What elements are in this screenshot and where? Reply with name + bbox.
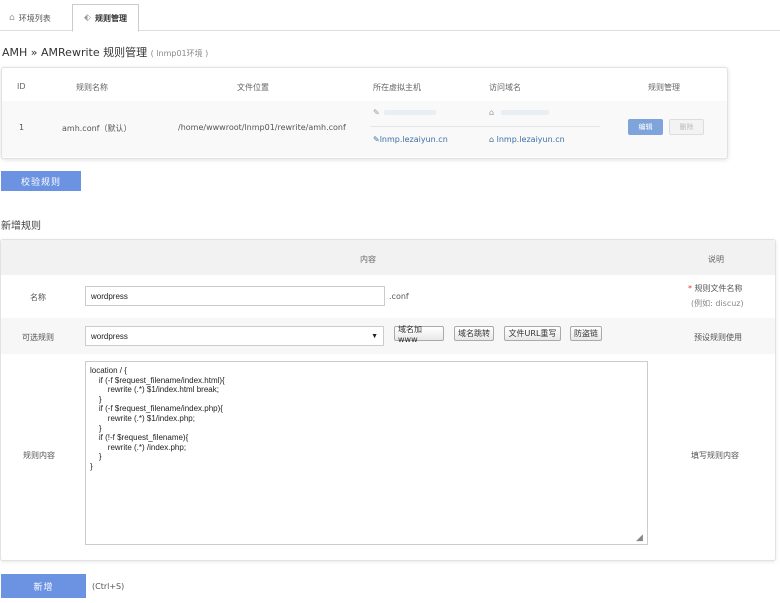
pencil-icon: ✎ — [373, 108, 380, 117]
domain-redirect-button[interactable]: 域名跳转 — [454, 326, 494, 341]
tab-rule-management-label: 规则管理 — [94, 13, 127, 23]
tab-env-list[interactable]: ⌂ 环境列表 — [0, 4, 60, 32]
home-icon: ⌂ — [489, 135, 497, 144]
host-link[interactable]: ✎lnmp.lezaiyun.cn — [373, 135, 448, 144]
breadcrumb: AMH » AMRewrite 规则管理 ( lnmp01环境 ) — [2, 44, 208, 60]
check-rules-button[interactable]: 校验规则 — [1, 171, 81, 191]
breadcrumb-text: AMH » AMRewrite 规则管理 — [2, 46, 148, 59]
new-rule-title: 新增规则 — [1, 221, 41, 232]
header-content: 内容 — [360, 255, 376, 264]
header-desc: 说明 — [708, 255, 724, 264]
col-name: 规则名称 — [76, 83, 108, 92]
name-field[interactable]: wordpress — [85, 286, 385, 306]
content-hint: 填写规则内容 — [691, 451, 739, 460]
col-id: ID — [17, 82, 26, 91]
shortcut-hint: (Ctrl+S) — [92, 582, 125, 591]
home-icon: ⌂ — [489, 108, 495, 117]
dropdown-arrow-icon: ▼ — [371, 332, 378, 340]
pencil-icon: ✎ — [373, 135, 380, 144]
blurred-host — [384, 110, 436, 115]
add-www-button[interactable]: 域名加www — [394, 325, 444, 344]
domain-link-text: lnmp.lezaiyun.cn — [496, 135, 565, 144]
name-hint-example: (例如: discuz) — [691, 299, 744, 308]
breadcrumb-env: ( lnmp01环境 ) — [150, 49, 209, 58]
content-label: 规则内容 — [23, 451, 55, 460]
blurred-domain — [501, 110, 549, 115]
resize-handle-icon[interactable]: ◢ — [636, 533, 643, 543]
url-rewrite-button[interactable]: 文件URL重写 — [504, 326, 561, 341]
row-name: amh.conf（默认） — [62, 124, 132, 133]
preset-hint: 预设规则使用 — [694, 333, 742, 342]
host-link-text: lnmp.lezaiyun.cn — [379, 135, 448, 144]
preset-select[interactable]: wordpress ▼ — [85, 326, 384, 346]
row-id: 1 — [19, 123, 25, 132]
row-divider — [370, 126, 600, 127]
form-header — [1, 240, 775, 275]
col-host: 所在虚拟主机 — [373, 83, 421, 92]
name-hint: * 规则文件名称 — [688, 283, 743, 294]
conf-suffix: .conf — [389, 292, 409, 301]
col-path: 文件位置 — [237, 83, 269, 92]
domain-link[interactable]: ⌂ lnmp.lezaiyun.cn — [489, 135, 565, 144]
hotlink-protect-button[interactable]: 防盗链 — [570, 326, 602, 341]
tab-env-list-label: 环境列表 — [18, 13, 51, 23]
home-icon: ⌂ — [9, 13, 15, 23]
preset-select-value: wordpress — [91, 331, 128, 341]
tab-rule-management[interactable]: ⬖ 规则管理 — [72, 4, 139, 32]
row-path: /home/wwwroot/lnmp01/rewrite/amh.conf — [178, 123, 346, 132]
rule-content-textarea[interactable]: location / { if (-f $request_filename/in… — [85, 361, 648, 545]
tab-bar: ⌂ 环境列表 ⬖ 规则管理 — [0, 0, 780, 32]
col-manage: 规则管理 — [648, 83, 680, 92]
add-rule-button[interactable]: 新增 — [1, 574, 86, 598]
name-hint-text: 规则文件名称 — [694, 284, 743, 293]
optional-label: 可选规则 — [22, 333, 54, 342]
required-star: * — [688, 284, 692, 293]
edit-button[interactable]: 编辑 — [628, 119, 663, 135]
tag-icon: ⬖ — [84, 13, 91, 23]
name-label: 名称 — [30, 293, 46, 302]
col-domain: 访问域名 — [489, 83, 521, 92]
delete-button[interactable]: 删除 — [669, 119, 704, 135]
